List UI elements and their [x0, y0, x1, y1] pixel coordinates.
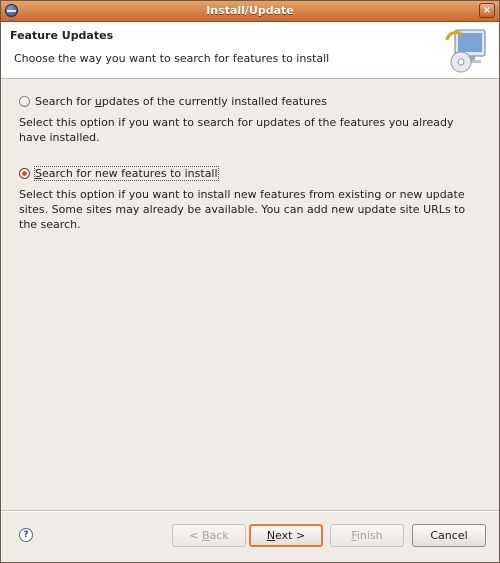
- option-search-new[interactable]: Search for new features to install: [19, 166, 219, 181]
- help-icon[interactable]: ?: [19, 528, 33, 542]
- window-title: Install/Update: [206, 4, 294, 17]
- cancel-button[interactable]: Cancel: [412, 524, 486, 547]
- search-new-radio[interactable]: [19, 168, 30, 179]
- install-update-dialog: Install/Update × Feature Updates Choose …: [0, 0, 500, 563]
- option-search-updates[interactable]: Search for updates of the currently inst…: [19, 95, 327, 108]
- close-button[interactable]: ×: [479, 3, 495, 18]
- back-button[interactable]: < Back: [172, 524, 246, 547]
- next-button[interactable]: Next >: [249, 524, 323, 547]
- search-new-label[interactable]: Search for new features to install: [34, 166, 219, 181]
- page-description: Choose the way you want to search for fe…: [14, 52, 330, 65]
- footer-separator: [1, 510, 499, 512]
- search-new-description: Select this option if you want to instal…: [19, 188, 466, 231]
- search-updates-description: Select this option if you want to search…: [19, 116, 454, 144]
- install-update-wizard-icon: [445, 29, 486, 73]
- title-bar[interactable]: Install/Update ×: [1, 1, 499, 22]
- search-updates-radio[interactable]: [19, 96, 30, 107]
- wizard-header: Feature Updates Choose the way you want …: [1, 22, 499, 79]
- finish-button[interactable]: Finish: [330, 524, 404, 547]
- page-title: Feature Updates: [10, 29, 114, 42]
- search-updates-label[interactable]: Search for updates of the currently inst…: [35, 95, 327, 108]
